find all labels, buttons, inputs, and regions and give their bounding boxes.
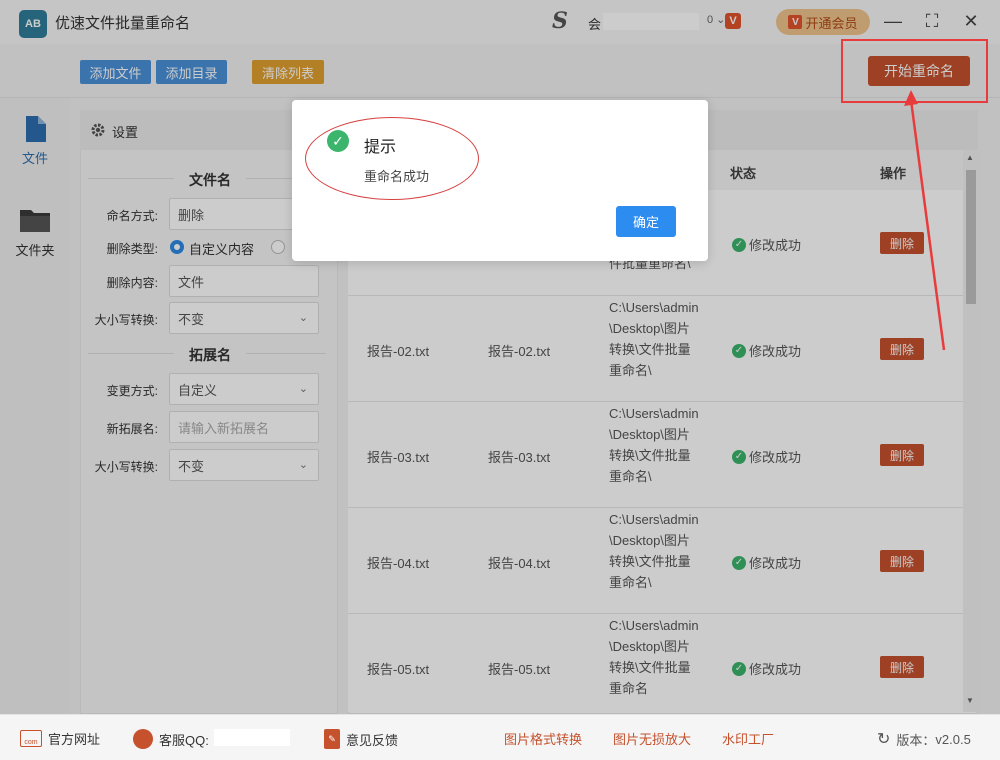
website-icon: com [20,730,42,747]
qq-number-redaction [214,729,290,746]
version-info: ↻ 版本：v2.0.5 [877,729,971,749]
support-qq-link[interactable]: 客服QQ: [133,729,209,749]
footer-link-image-upscale[interactable]: 图片无损放大 [613,729,691,748]
feedback-label: 意见反馈 [346,730,398,749]
annotation-highlight-box [841,39,988,103]
dialog-ok-button[interactable]: 确定 [616,206,676,237]
support-qq-label: 客服QQ: [159,730,209,749]
footer-link-watermark[interactable]: 水印工厂 [722,729,774,748]
refresh-icon: ↻ [877,729,890,749]
version-value: v2.0.5 [935,732,970,747]
annotation-ellipse [305,117,479,200]
version-label: 版本： [896,730,935,749]
website-label: 官方网址 [48,729,100,748]
footer-link-image-format[interactable]: 图片格式转换 [504,729,582,748]
feedback-link[interactable]: ✎ 意见反馈 [324,729,398,749]
headset-icon [133,729,153,749]
pdf-feedback-icon: ✎ [324,729,340,749]
website-link[interactable]: com 官方网址 [20,729,100,748]
